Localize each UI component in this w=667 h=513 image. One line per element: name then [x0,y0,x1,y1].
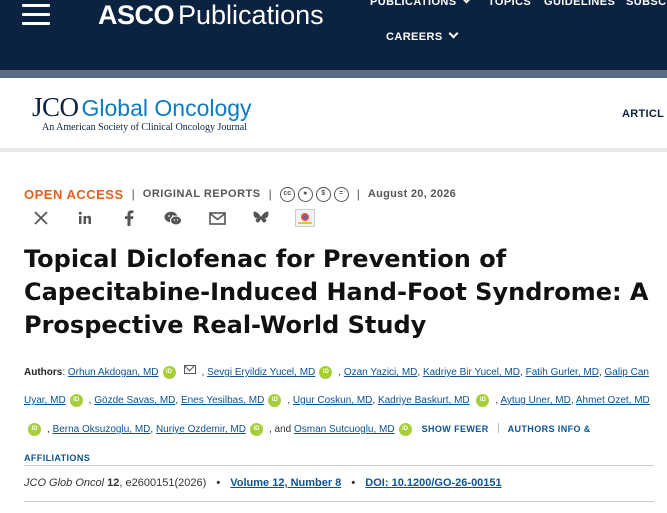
separator: | [356,187,360,201]
share-bar [30,208,338,228]
nav-subscribe[interactable]: SUBSCR [626,0,667,8]
article-title: Topical Diclofenac for Prevention of Cap… [24,245,649,339]
wechat-icon[interactable] [162,208,184,228]
author-link[interactable]: Osman Sutcuoglu, MD [294,424,395,435]
nav-label: GUIDELINES [544,0,616,8]
email-icon[interactable] [206,208,228,228]
orcid-icon[interactable]: iD [162,366,176,379]
asco-publications-logo[interactable]: ASCO Publications [98,0,324,30]
authors-label: Authors [24,367,63,378]
separator [497,423,499,433]
author-link[interactable]: Ugur Coskun, MD [293,395,372,406]
article-id: , e2600151(2026) [119,477,207,489]
nav-publications[interactable]: PUBLICATIONS [370,0,472,8]
publication-date: August 20, 2026 [367,188,457,200]
bullet: • [351,477,356,489]
citation-line: JCO Glob Oncol 12, e2600151(2026) • Volu… [24,477,502,489]
author-link[interactable]: Gözde Savas, MD [94,395,175,406]
orcid-icon[interactable]: iD [28,423,41,436]
author-link[interactable]: Ozan Yazici, MD [344,367,418,378]
and-text: , and [268,424,292,435]
author-link[interactable]: Sevgi Eryildiz Yucel, MD [207,367,315,378]
journal-name: Global Oncology [81,95,252,121]
article-category[interactable]: ORIGINAL REPORTS [143,188,261,200]
author-link[interactable]: Fatih Gurler, MD [526,367,599,378]
author-link[interactable]: Nuriye Ozdemir, MD [156,424,246,435]
x-icon[interactable] [30,208,52,228]
bluesky-icon[interactable] [250,208,272,228]
nav-label: TOPICS [488,0,532,8]
author-list: Authors: Orhun Akdogan, MD iD, Sevgi Eryi… [24,365,650,463]
nav-topics[interactable]: TOPICS [488,0,531,8]
nc-icon: $ [315,186,331,202]
divider [24,465,654,466]
nav-label: PUBLICATIONS [370,0,457,8]
journal-abbr-citation: JCO Glob Oncol [24,477,105,489]
linkedin-icon[interactable] [74,208,96,228]
show-fewer-button[interactable]: SHOW FEWER [422,424,489,434]
author-link[interactable]: Kadriye Bir Yucel, MD [423,367,520,378]
nd-icon: = [333,186,349,202]
author-link[interactable]: Orhun Akdogan, MD [68,367,159,378]
orcid-icon[interactable]: iD [476,394,490,407]
open-access-badge: OPEN ACCESS [24,186,124,202]
separator: | [268,187,272,201]
header-strip [0,70,667,78]
divider [24,501,654,502]
chevron-down-icon [462,0,472,4]
brand-rest: Publications [178,0,324,30]
nav-label: SUBSCR [626,0,667,8]
article-meta: OPEN ACCESS | ORIGINAL REPORTS | cc ● $ … [24,186,456,202]
nav-articles[interactable]: ARTICL [622,108,664,120]
orcid-icon[interactable]: iD [398,423,412,436]
author-link[interactable]: Berna Oksuzoglu, MD [53,424,151,435]
author-link[interactable]: Aytug Uner, MD [500,395,570,406]
nav-guidelines[interactable]: GUIDELINES [544,0,615,8]
brand-bold: ASCO [98,0,175,30]
by-icon: ● [297,186,313,202]
email-icon[interactable] [183,365,196,374]
license-icons[interactable]: cc ● $ = [279,186,349,202]
menu-icon[interactable] [22,4,50,26]
author-link[interactable]: Kadriye Baskurt, MD [378,395,470,406]
orcid-icon[interactable]: iD [268,394,282,407]
altmetric-icon[interactable] [294,208,316,228]
author-link[interactable]: Enes Yesilbas, MD [181,395,264,406]
nav-careers[interactable]: CAREERS [386,28,459,43]
volume-link[interactable]: Volume 12, Number 8 [230,477,341,489]
journal-abbr: JCO [32,92,79,122]
orcid-icon[interactable]: iD [319,366,333,379]
jco-global-oncology-logo[interactable]: JCO Global Oncology [32,92,252,123]
orcid-icon[interactable]: iD [249,423,263,436]
orcid-icon[interactable]: iD [69,394,83,407]
facebook-icon[interactable] [118,208,140,228]
doi-link[interactable]: DOI: 10.1200/GO-26-00151 [365,477,501,489]
author-link[interactable]: Ahmet Ozet, MD [576,395,650,406]
bullet: • [216,477,221,489]
chevron-down-icon [448,28,459,39]
journal-subtitle: An American Society of Clinical Oncology… [42,122,247,133]
cc-icon: cc [279,186,295,202]
nav-label: CAREERS [386,31,443,43]
volume-number: 12 [107,477,120,489]
separator: | [131,187,135,201]
